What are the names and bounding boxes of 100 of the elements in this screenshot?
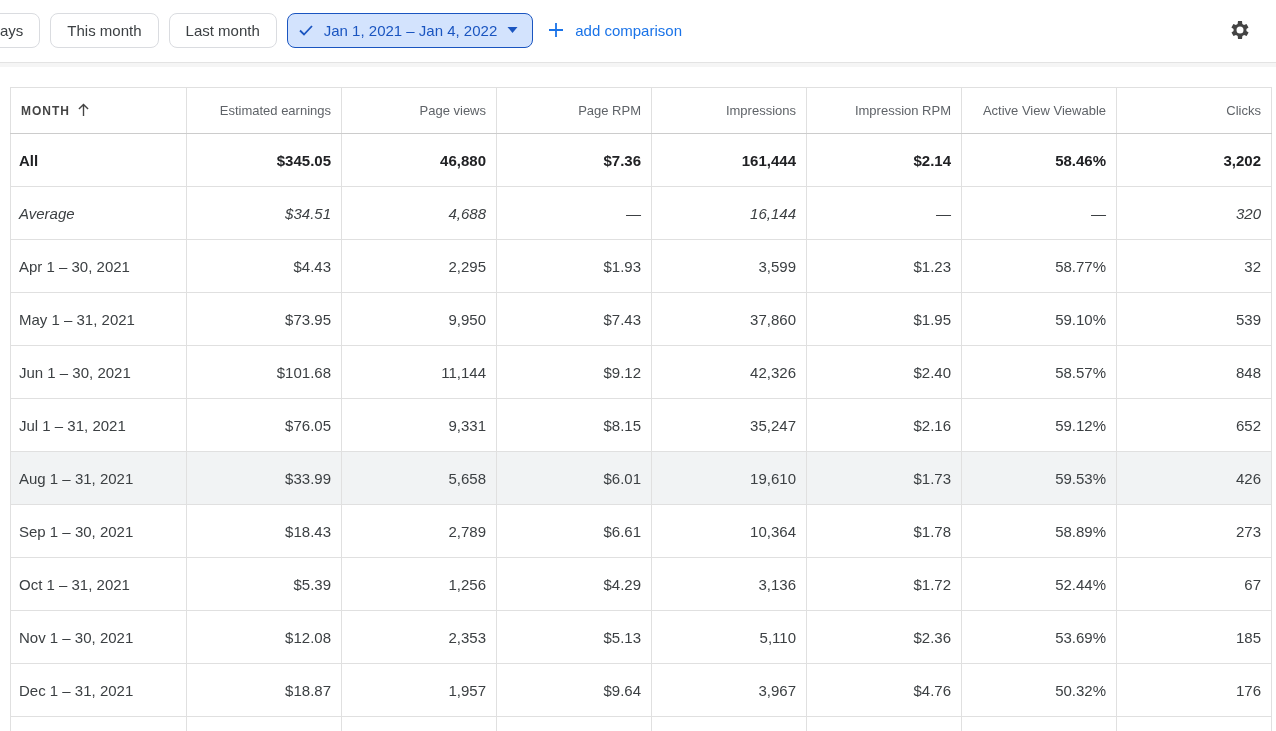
table-cell: 58.77% [961,239,1117,293]
table-cell: 161,444 [651,133,807,187]
table-cell: $33.99 [186,451,342,505]
table-cell: $1.23 [806,239,962,293]
table-cell: 37,860 [651,292,807,346]
table-cell: $2.36 [806,610,962,664]
date-range-chip[interactable]: ays [0,12,41,48]
table-cell: 58.46% [961,133,1117,187]
column-header[interactable]: Page views [341,87,497,134]
table-cell: 9,950 [341,292,497,346]
table-cell: $1.72 [806,557,962,611]
table-cell: $1.93 [496,239,652,293]
table-cell: 176 [1116,663,1272,717]
date-range-chip[interactable]: Last month [168,12,277,48]
table-cell: 273 [1116,504,1272,558]
table-cell: 426 [1116,451,1272,505]
table-cell: May 1 – 31, 2021 [10,292,187,346]
table-cell: $4.76 [806,663,962,717]
table-cell: All [10,133,187,187]
table-cell: 2,353 [341,610,497,664]
table-cell: Apr 1 – 30, 2021 [10,239,187,293]
table-cell: Nov 1 – 30, 2021 [10,610,187,664]
table-cell: 59.12% [961,398,1117,452]
table-cell: 32 [1116,239,1272,293]
table-cell: 3,967 [651,663,807,717]
table-cell: $6.61 [496,504,652,558]
table-cell: $5.39 [186,557,342,611]
table-cell: 11,144 [341,345,497,399]
table-cell: 46,880 [341,133,497,187]
table-cell: 67 [1116,557,1272,611]
column-header[interactable]: Clicks [1116,87,1272,134]
column-header[interactable]: Impression RPM [806,87,962,134]
table-cell: 58.57% [961,345,1117,399]
table-cell: 2,295 [341,239,497,293]
column-header[interactable]: Page RPM [496,87,652,134]
table-cell: 3,136 [651,557,807,611]
table-cell: 539 [1116,292,1272,346]
table-cell: 652 [1116,398,1272,452]
table-cell: 2,789 [341,504,497,558]
table-cell: 52.44% [961,557,1117,611]
table-cell: $4.29 [496,557,652,611]
table-cell: Dec 1 – 31, 2021 [10,663,187,717]
table-cell: $8.15 [496,398,652,452]
table-cell: 3,599 [651,239,807,293]
table-cell: 42,326 [651,345,807,399]
table-cell: $6.01 [496,451,652,505]
table-cell: 19,610 [651,451,807,505]
table-cell: 59.53% [961,451,1117,505]
plus-icon [549,23,564,37]
table-cell: $12.08 [186,610,342,664]
table-cell: $34.51 [186,186,342,240]
table-cell: $7.36 [496,133,652,187]
table-cell: $345.05 [186,133,342,187]
table-cell: 5,110 [651,610,807,664]
table-cell: $76.05 [186,398,342,452]
table-cell: $7.43 [496,292,652,346]
column-header[interactable]: Impressions [651,87,807,134]
date-range-chip[interactable]: This month [50,12,159,48]
table-cell: 1,957 [341,663,497,717]
add-comparison-link[interactable]: add comparison [543,21,688,39]
table-cell: 58.89% [961,504,1117,558]
table-cell: — [961,186,1117,240]
column-header[interactable]: Active View Viewable [961,87,1117,134]
table-cell: $1.73 [806,451,962,505]
table-cell: $4.43 [186,239,342,293]
table-cell: 9,331 [341,398,497,452]
table-cell: $1.78 [806,504,962,558]
date-range-chip[interactable]: Jan 1, 2021 – Jan 4, 2022 [286,12,534,48]
table-cell: 10,364 [651,504,807,558]
table-cell: 320 [1116,186,1272,240]
table-cell: $9.64 [496,663,652,717]
table-cell: $2.40 [806,345,962,399]
table-cell: — [496,186,652,240]
table-cell: Aug 1 – 31, 2021 [10,451,187,505]
table-cell: 59.10% [961,292,1117,346]
table-cell: $2.16 [806,398,962,452]
column-header[interactable]: Estimated earnings [186,87,342,134]
table-cell: Sep 1 – 30, 2021 [10,504,187,558]
table-cell: $101.68 [186,345,342,399]
table-cell: 1,256 [341,557,497,611]
table-cell: Oct 1 – 31, 2021 [10,557,187,611]
column-header[interactable]: MONTH [10,87,187,134]
table-cell: 53.69% [961,610,1117,664]
table-cell: 16,144 [651,186,807,240]
table-cell: $2.14 [806,133,962,187]
table-cell: Jun 1 – 30, 2021 [10,345,187,399]
table-cell: Average [10,186,187,240]
table-cell: $18.87 [186,663,342,717]
table-cell: 4,688 [341,186,497,240]
table-cell: 35,247 [651,398,807,452]
table-cell: $18.43 [186,504,342,558]
table-cell: $5.13 [496,610,652,664]
table-cell: 185 [1116,610,1272,664]
table-cell: $1.95 [806,292,962,346]
table-cell: 5,658 [341,451,497,505]
table-cell: Jul 1 – 31, 2021 [10,398,187,452]
table-cell: $73.95 [186,292,342,346]
table-cell: 3,202 [1116,133,1272,187]
table-cell: 848 [1116,345,1272,399]
table-cell: — [806,186,962,240]
